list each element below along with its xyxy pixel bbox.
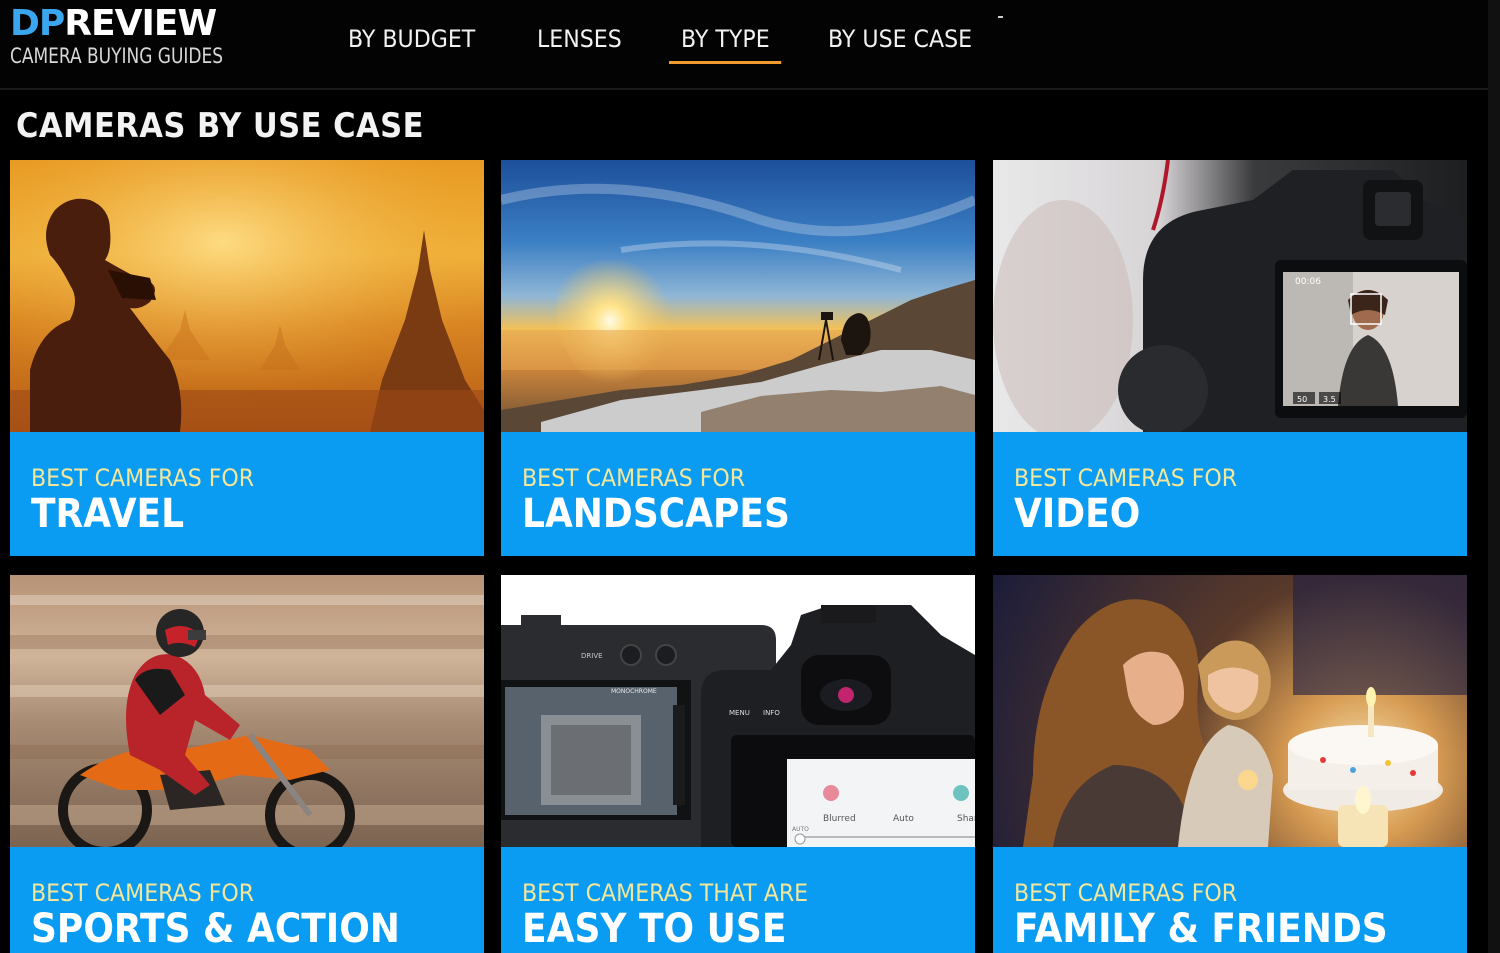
logo-wordmark: DPREVIEW	[10, 4, 247, 44]
card-label: BEST CAMERAS FOR VIDEO	[993, 432, 1467, 556]
easy-drive-label: DRIVE	[581, 652, 603, 660]
easy-to-use-image: DRIVE MONOCHROME MENU INFO Blurred Auto …	[501, 575, 975, 847]
video-screen-value-1: 50	[1297, 395, 1307, 404]
travel-image	[10, 160, 484, 432]
nav-lenses[interactable]: LENSES	[525, 22, 634, 64]
card-pretitle: BEST CAMERAS FOR	[522, 464, 746, 492]
easy-mode-label: MONOCHROME	[611, 688, 657, 695]
card-pretitle: BEST CAMERAS FOR	[1014, 879, 1238, 907]
card-pretitle: BEST CAMERAS FOR	[31, 879, 255, 907]
landscapes-image	[501, 160, 975, 432]
nav-by-type[interactable]: BY TYPE	[668, 22, 782, 64]
scrollbar[interactable]	[1488, 0, 1500, 953]
section-title: CAMERAS BY USE CASE	[16, 106, 424, 146]
card-label: BEST CAMERAS FOR TRAVEL	[10, 432, 484, 556]
card-landscapes[interactable]: BEST CAMERAS FOR LANDSCAPES	[501, 160, 975, 556]
video-screen-value-2: 3.5	[1323, 395, 1336, 404]
card-title: FAMILY & FRIENDS	[1014, 906, 1388, 952]
video-screen-time: 00:06	[1295, 277, 1321, 287]
card-title: SPORTS & ACTION	[31, 906, 400, 952]
nav-by-use-case[interactable]: BY USE CASE	[816, 22, 984, 64]
main-nav: BY BUDGET LENSES BY TYPE BY USE CASE	[336, 22, 1024, 64]
nav-overflow-mark	[998, 16, 1003, 18]
card-video[interactable]: 00:06 50 3.5 BEST CAMERAS FOR VIDEO	[993, 160, 1467, 556]
card-easy-to-use[interactable]: DRIVE MONOCHROME MENU INFO Blurred Auto …	[501, 575, 975, 953]
easy-info-label: INFO	[763, 709, 780, 717]
logo-dp: DP	[10, 3, 65, 44]
dpreview-logo[interactable]: DPREVIEW CAMERA BUYING GUIDES	[10, 4, 247, 69]
card-family-friends[interactable]: BEST CAMERAS FOR FAMILY & FRIENDS	[993, 575, 1467, 953]
card-label: BEST CAMERAS FOR SPORTS & ACTION	[10, 847, 484, 953]
card-label: BEST CAMERAS THAT ARE EASY TO USE	[501, 847, 975, 953]
card-pretitle: BEST CAMERAS FOR	[31, 464, 255, 492]
easy-blurred-label: Blurred	[823, 814, 856, 824]
card-title: VIDEO	[1014, 491, 1141, 537]
easy-auto-label: Auto	[893, 814, 914, 824]
card-title: EASY TO USE	[522, 906, 787, 952]
easy-auto-small-label: AUTO	[792, 826, 809, 833]
logo-subtitle: CAMERA BUYING GUIDES	[10, 44, 224, 68]
card-label: BEST CAMERAS FOR FAMILY & FRIENDS	[993, 847, 1467, 953]
card-title: TRAVEL	[31, 491, 185, 537]
card-pretitle: BEST CAMERAS THAT ARE	[522, 879, 809, 907]
top-header: DPREVIEW CAMERA BUYING GUIDES BY BUDGET …	[0, 0, 1488, 90]
card-pretitle: BEST CAMERAS FOR	[1014, 464, 1238, 492]
video-image: 00:06 50 3.5	[993, 160, 1467, 432]
card-title: LANDSCAPES	[522, 491, 790, 537]
card-label: BEST CAMERAS FOR LANDSCAPES	[501, 432, 975, 556]
nav-by-budget[interactable]: BY BUDGET	[336, 22, 487, 64]
sports-image	[10, 575, 484, 847]
family-image	[993, 575, 1467, 847]
logo-review: REVIEW	[64, 3, 217, 44]
easy-sharp-label: Shar	[957, 814, 975, 824]
card-sports-action[interactable]: BEST CAMERAS FOR SPORTS & ACTION	[10, 575, 484, 953]
card-travel[interactable]: BEST CAMERAS FOR TRAVEL	[10, 160, 484, 556]
easy-menu-label: MENU	[729, 709, 750, 717]
